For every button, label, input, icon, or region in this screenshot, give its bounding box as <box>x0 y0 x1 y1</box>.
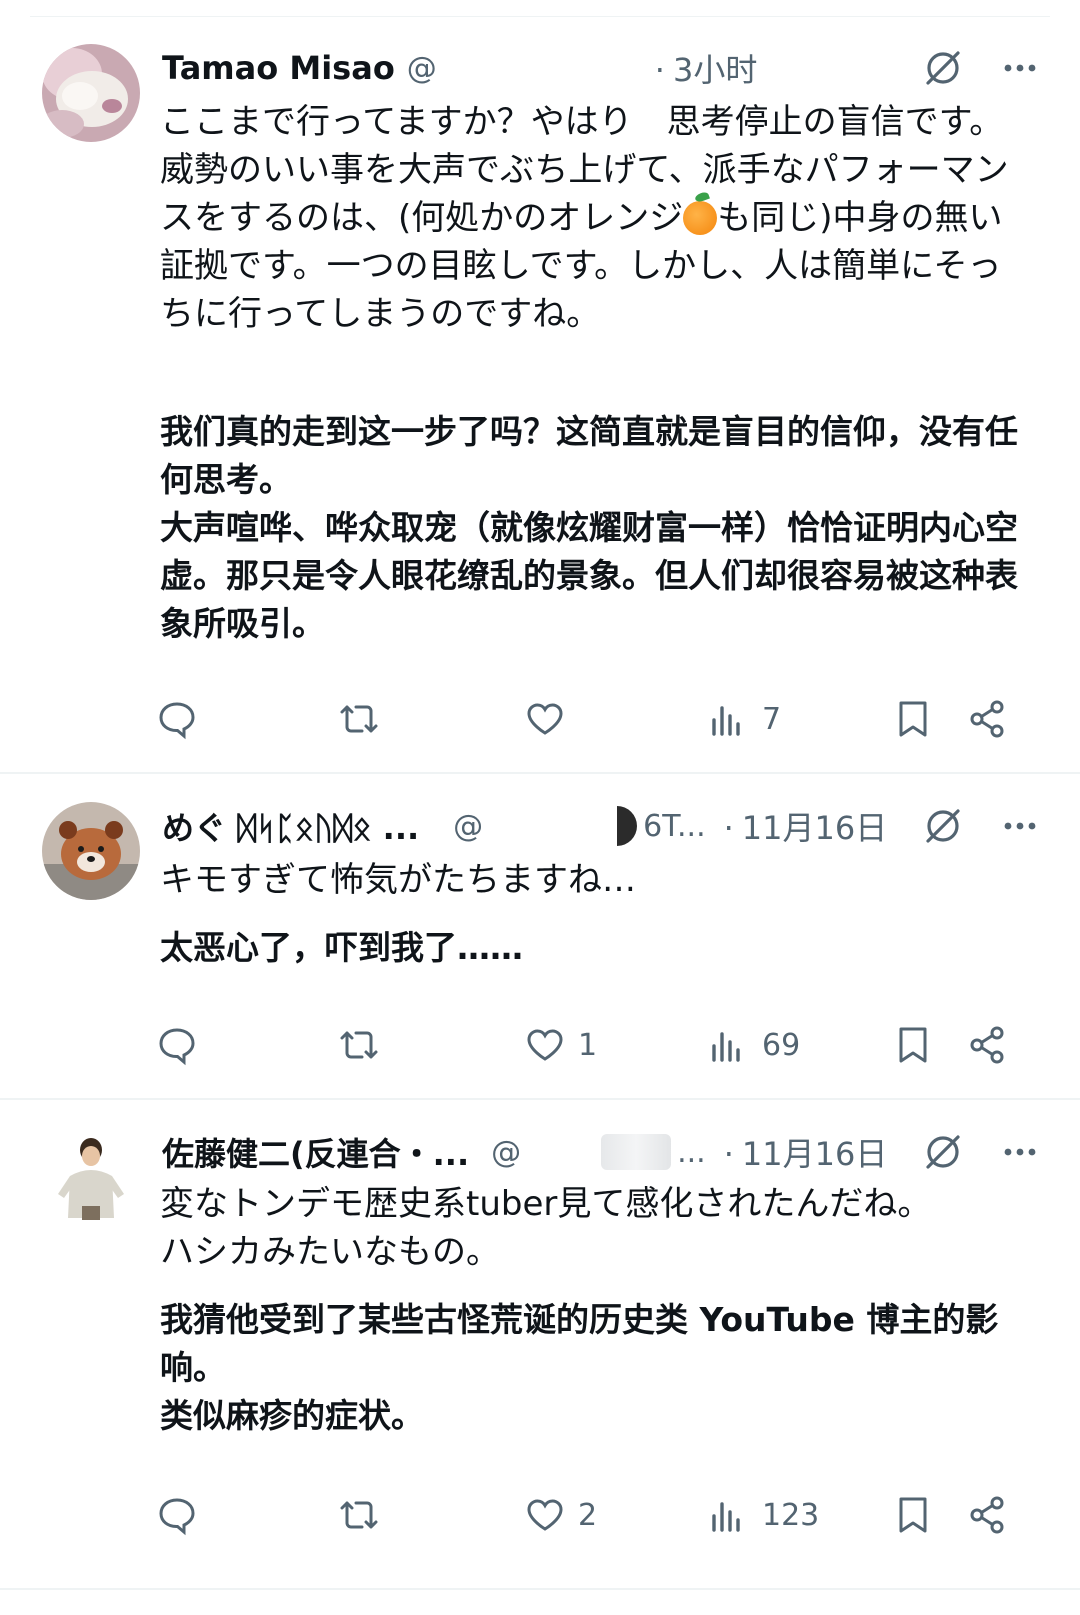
translation-text: 我猜他受到了某些古怪荒诞的历史类 YouTube 博主的影响。 类似麻疹的症状。 <box>160 1300 999 1435</box>
view-count: 123 <box>762 1497 820 1533</box>
action-bar: 2 123 <box>156 1490 1036 1540</box>
more-icon[interactable] <box>1000 806 1040 846</box>
handle[interactable]: @ <box>453 809 483 844</box>
like-button[interactable] <box>524 694 578 744</box>
reply-button[interactable] <box>156 1020 210 1070</box>
heart-icon <box>527 1029 563 1061</box>
tweet-text: キモすぎて怖気がたちますね… <box>160 860 636 900</box>
view-count: 7 <box>762 701 782 737</box>
handle[interactable]: @ <box>491 1135 521 1170</box>
tweet[interactable]: めぐ ᛞᛋᛈᛟᚢᛞᛟ ... @ 6T... · 11月16日 キモすぎて怖気がた… <box>0 776 1080 1100</box>
time-separator: · <box>723 809 734 847</box>
heart-icon <box>527 703 563 735</box>
display-name[interactable]: めぐ ᛞᛋᛈᛟᚢᛞᛟ ... <box>162 803 419 849</box>
like-button[interactable]: 1 <box>524 1020 597 1070</box>
tweet[interactable]: 佐藤健二(反連合・... @ ... · 11月16日 変なトンデモ歴史系tube… <box>0 1102 1080 1590</box>
repost-icon <box>340 705 378 733</box>
timestamp-wrap: · 3小时 <box>647 45 758 91</box>
time-separator: · <box>723 1135 734 1173</box>
repost-button[interactable] <box>338 1020 392 1070</box>
handle-redacted <box>617 806 638 846</box>
repost-button[interactable] <box>338 1490 392 1540</box>
handle[interactable]: @ <box>407 51 437 86</box>
like-count: 2 <box>578 1497 598 1533</box>
timestamp-wrap: · 11月16日 <box>716 1129 888 1175</box>
heart-icon <box>527 1499 563 1531</box>
bookmark-icon <box>899 1497 927 1533</box>
views-button[interactable]: 123 <box>708 1490 819 1540</box>
tweet-text: ここまで行ってますか？やはり 思考停止の盲信です。 威勢のいい事を大声でぶち上げ… <box>160 98 1030 338</box>
translation-text: 我们真的走到这一步了吗？这简直就是盲目的信仰，没有任何思考。 大声喧哗、哗众取宠… <box>160 412 1018 643</box>
timestamp[interactable]: 3小时 <box>673 51 757 89</box>
header-actions <box>920 802 1040 850</box>
views-icon <box>712 706 740 736</box>
share-icon <box>970 1496 1004 1534</box>
bookmark-icon <box>899 701 927 737</box>
grok-icon[interactable] <box>920 1129 966 1175</box>
bookmark-button[interactable] <box>892 1490 934 1540</box>
reply-button[interactable] <box>156 694 210 744</box>
reply-icon <box>159 1028 195 1066</box>
share-button[interactable] <box>966 1490 1008 1540</box>
handle-redacted <box>601 1134 672 1170</box>
grok-icon[interactable] <box>920 45 966 91</box>
views-icon <box>712 1502 740 1532</box>
share-button[interactable] <box>966 694 1008 744</box>
more-icon[interactable] <box>1000 48 1040 88</box>
reply-icon <box>159 702 195 740</box>
avatar[interactable] <box>42 802 140 900</box>
tweet-text: 変なトンデモ歴史系tuber見て感化されたんだね。 ハシカみたいなもの。 <box>160 1184 932 1272</box>
views-button[interactable]: 69 <box>708 1020 800 1070</box>
reply-icon <box>159 1498 195 1536</box>
like-button[interactable]: 2 <box>524 1490 597 1540</box>
repost-button[interactable] <box>338 694 392 744</box>
time-separator: · <box>654 51 665 89</box>
views-button[interactable]: 7 <box>708 694 781 744</box>
action-bar: 7 <box>156 694 1036 744</box>
bookmark-button[interactable] <box>892 694 934 744</box>
header-actions <box>920 44 1040 92</box>
repost-icon <box>340 1501 378 1529</box>
views-icon <box>712 1032 740 1062</box>
grok-icon[interactable] <box>920 803 966 849</box>
timestamp[interactable]: 11月16日 <box>742 809 887 847</box>
more-icon[interactable] <box>1000 1132 1040 1172</box>
display-name[interactable]: Tamao Misao <box>162 49 395 87</box>
like-count: 1 <box>578 1027 598 1063</box>
reply-feed: Tamao Misao @ · 3小时 ここまで行ってますか？やはり 思考停止の盲… <box>0 0 1080 1615</box>
divider <box>30 16 1050 17</box>
share-icon <box>970 700 1004 738</box>
timestamp-wrap: · 11月16日 <box>716 803 888 849</box>
handle-tail: 6T... <box>643 808 706 844</box>
bookmark-icon <box>899 1027 927 1063</box>
share-icon <box>970 1026 1004 1064</box>
avatar[interactable] <box>42 44 140 142</box>
handle-tail: ... <box>677 1134 706 1170</box>
share-button[interactable] <box>966 1020 1008 1070</box>
action-bar: 1 69 <box>156 1020 1036 1070</box>
orange-emoji <box>683 201 718 235</box>
reply-button[interactable] <box>156 1490 210 1540</box>
tweet[interactable]: Tamao Misao @ · 3小时 ここまで行ってますか？やはり 思考停止の盲… <box>0 18 1080 774</box>
handle-redacted <box>493 808 613 844</box>
avatar[interactable] <box>42 1128 140 1226</box>
translation-text: 太恶心了，吓到我了…… <box>160 928 523 967</box>
repost-icon <box>340 1031 378 1059</box>
bookmark-button[interactable] <box>892 1020 934 1070</box>
timestamp[interactable]: 11月16日 <box>742 1135 887 1173</box>
display-name[interactable]: 佐藤健二(反連合・... <box>162 1129 469 1175</box>
view-count: 69 <box>762 1027 801 1063</box>
header-actions <box>920 1128 1040 1176</box>
